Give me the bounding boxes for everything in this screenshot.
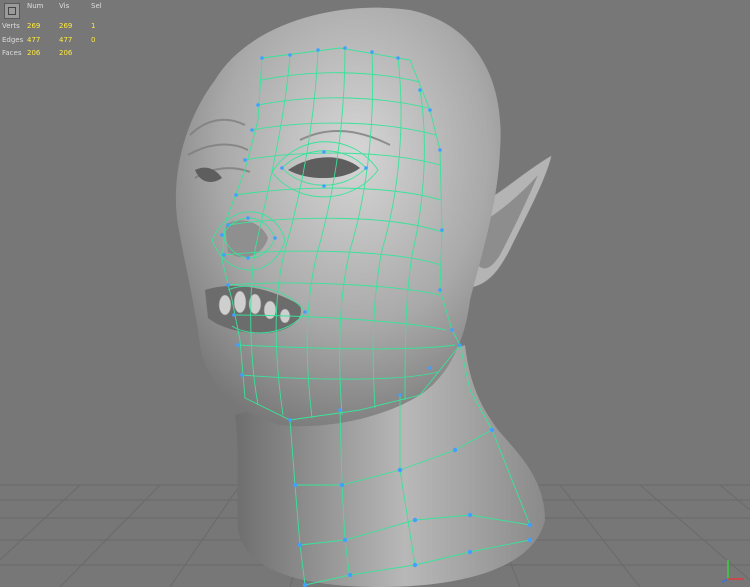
hud-faces-vis: 206 <box>59 49 73 57</box>
hud-row-label: Verts <box>2 22 20 30</box>
hud-edges-sel: 0 <box>91 36 96 44</box>
3d-viewport[interactable]: Num Vis Sel Verts 269 269 1 Edges 477 47… <box>0 0 750 587</box>
hud-row-label: Edges <box>2 36 24 44</box>
select-mode-icon[interactable] <box>4 3 20 19</box>
scene-canvas[interactable] <box>0 0 750 587</box>
hud-edges-num: 477 <box>27 36 41 44</box>
hud-col-sel: Sel <box>91 2 102 10</box>
hud-verts-sel: 1 <box>91 22 96 30</box>
hud-col-vis: Vis <box>59 2 70 10</box>
hud-row-label: Faces <box>2 49 22 57</box>
hud-col-num: Num <box>27 2 44 10</box>
axis-gizmo-icon <box>721 560 744 583</box>
hud-edges-vis: 477 <box>59 36 73 44</box>
hud-faces-num: 206 <box>27 49 41 57</box>
hud-verts-num: 269 <box>27 22 41 30</box>
hud-verts-vis: 269 <box>59 22 73 30</box>
